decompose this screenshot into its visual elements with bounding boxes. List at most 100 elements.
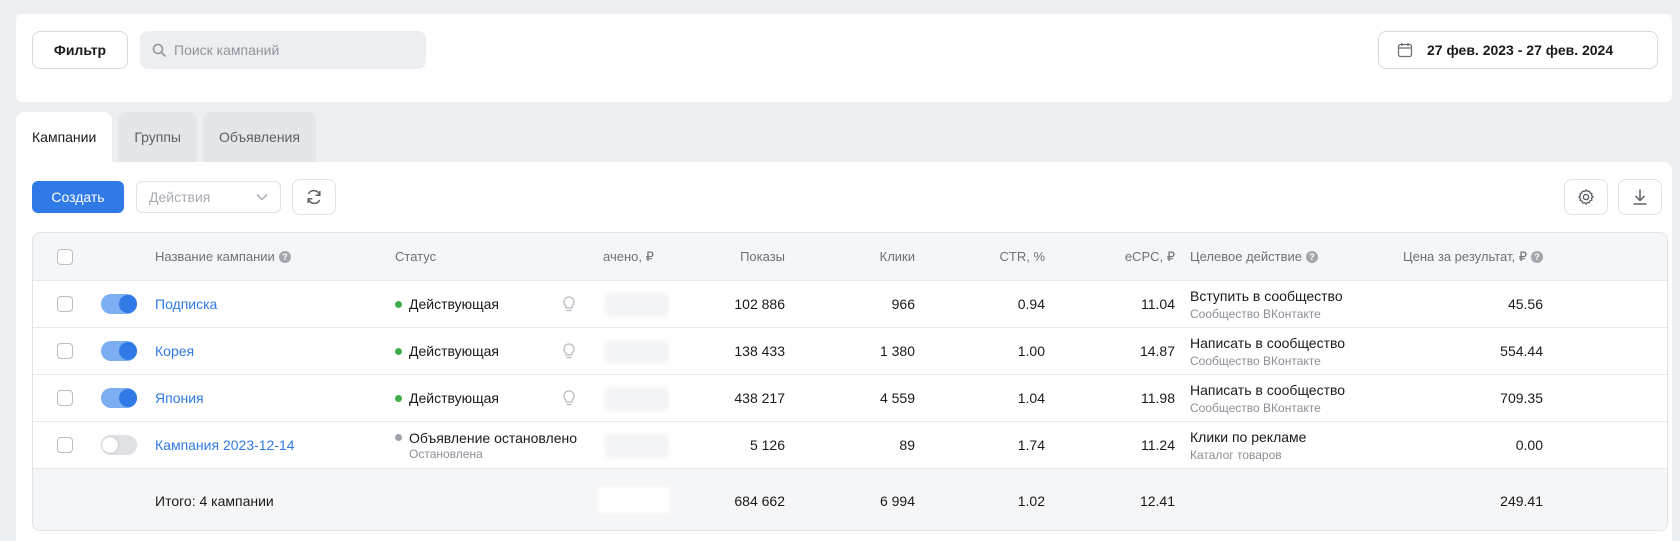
refresh-icon bbox=[307, 189, 321, 205]
row-checkbox[interactable] bbox=[57, 390, 73, 406]
ecpc-value: 11.98 bbox=[1141, 390, 1175, 406]
campaign-name-link[interactable]: Япония bbox=[155, 390, 204, 406]
status-label: Действующая bbox=[395, 296, 499, 312]
table-row[interactable]: Кампания 2023-12-14 Объявление остановле… bbox=[33, 422, 1667, 469]
ctr-value: 1.00 bbox=[1017, 343, 1045, 359]
table-row[interactable]: Подписка Действующая 102 886 966 0.94 11… bbox=[33, 281, 1667, 328]
actions-select[interactable]: Действия bbox=[136, 181, 281, 213]
column-header-clicks[interactable]: Клики bbox=[833, 233, 915, 280]
lightbulb-icon[interactable] bbox=[561, 389, 577, 407]
help-icon[interactable]: ? bbox=[278, 250, 291, 263]
date-range-picker[interactable]: 27 фев. 2023 - 27 фев. 2024 bbox=[1378, 31, 1658, 69]
goal-cell: Клики по рекламе Каталог товаров bbox=[1190, 428, 1307, 462]
goal-cell: Написать в сообщество Сообщество ВКонтакт… bbox=[1190, 381, 1346, 415]
lightbulb-icon[interactable] bbox=[561, 342, 577, 360]
campaign-name-link[interactable]: Кампания 2023-12-14 bbox=[155, 437, 295, 453]
chevron-down-icon bbox=[256, 193, 268, 201]
table-row[interactable]: Корея Действующая 138 433 1 380 1.00 14.… bbox=[33, 328, 1667, 375]
cpr-value: 709.35 bbox=[1500, 390, 1543, 406]
date-range-label: 27 фев. 2023 - 27 фев. 2024 bbox=[1427, 42, 1614, 58]
impressions-value: 5 126 bbox=[749, 437, 785, 453]
campaign-name-link[interactable]: Подписка bbox=[155, 296, 217, 312]
table-row[interactable]: Япония Действующая 438 217 4 559 1.04 11… bbox=[33, 375, 1667, 422]
create-button[interactable]: Создать bbox=[32, 181, 124, 213]
redacted-spent bbox=[605, 293, 669, 317]
ecpc-value: 11.04 bbox=[1141, 296, 1175, 312]
total-ctr: 1.02 bbox=[1017, 492, 1045, 509]
filter-button[interactable]: Фильтр bbox=[32, 31, 128, 69]
gear-icon bbox=[1578, 189, 1594, 205]
clicks-value: 89 bbox=[899, 437, 915, 453]
ctr-value: 0.94 bbox=[1017, 296, 1045, 312]
column-header-name[interactable]: Название кампании? bbox=[155, 233, 291, 280]
column-header-ctr[interactable]: CTR, % bbox=[963, 233, 1046, 280]
help-icon[interactable]: ? bbox=[1531, 250, 1543, 263]
clicks-value: 4 559 bbox=[879, 390, 915, 406]
actions-label: Действия bbox=[149, 189, 211, 205]
total-ecpc: 12.41 bbox=[1139, 492, 1175, 509]
column-header-ecpc[interactable]: eCPC, ₽ bbox=[1093, 233, 1175, 280]
search-icon bbox=[152, 43, 166, 57]
table-header: Название кампании? Статус ачено, ₽ Показ… bbox=[33, 233, 1667, 281]
status-label: Действующая bbox=[395, 343, 499, 359]
tab-campaigns[interactable]: Кампании bbox=[16, 112, 113, 162]
redacted-spent bbox=[605, 387, 669, 411]
status-dot bbox=[395, 300, 402, 308]
ctr-value: 1.74 bbox=[1017, 437, 1045, 453]
status-dot bbox=[395, 347, 402, 355]
cpr-value: 0.00 bbox=[1515, 437, 1543, 453]
campaigns-table: Название кампании? Статус ачено, ₽ Показ… bbox=[32, 232, 1668, 531]
clicks-value: 1 380 bbox=[879, 343, 915, 359]
column-header-status[interactable]: Статус bbox=[395, 233, 436, 280]
goal-cell: Вступить в сообщество Сообщество ВКонтакт… bbox=[1190, 287, 1343, 321]
redacted-spent-total bbox=[598, 487, 670, 513]
search-input[interactable] bbox=[174, 42, 414, 58]
goal-cell: Написать в сообщество Сообщество ВКонтакт… bbox=[1190, 334, 1346, 368]
campaign-toggle[interactable] bbox=[101, 294, 137, 314]
row-checkbox[interactable] bbox=[57, 437, 73, 453]
impressions-value: 102 886 bbox=[734, 296, 785, 312]
cpr-value: 45.56 bbox=[1507, 296, 1543, 312]
campaign-toggle[interactable] bbox=[101, 435, 137, 455]
help-icon[interactable]: ? bbox=[1306, 250, 1318, 263]
ecpc-value: 11.24 bbox=[1141, 437, 1175, 453]
ecpc-value: 14.87 bbox=[1139, 343, 1175, 359]
cpr-value: 554.44 bbox=[1500, 343, 1543, 359]
total-cpr: 249.41 bbox=[1500, 492, 1543, 509]
row-checkbox[interactable] bbox=[57, 296, 73, 312]
column-header-impressions[interactable]: Показы bbox=[693, 233, 785, 280]
row-checkbox[interactable] bbox=[57, 343, 73, 359]
search-box[interactable] bbox=[140, 31, 426, 69]
redacted-spent bbox=[605, 340, 669, 364]
column-header-cpr[interactable]: Цена за результат, ₽? bbox=[1363, 233, 1543, 280]
ctr-value: 1.04 bbox=[1017, 390, 1045, 406]
status-sub-label: Остановлена bbox=[409, 446, 483, 461]
total-label: Итого: 4 кампании bbox=[155, 492, 274, 509]
calendar-icon bbox=[1397, 43, 1413, 58]
download-button[interactable] bbox=[1618, 179, 1662, 215]
impressions-value: 438 217 bbox=[734, 390, 785, 406]
impressions-value: 138 433 bbox=[734, 343, 785, 359]
total-clicks: 6 994 bbox=[879, 492, 915, 509]
table-settings-button[interactable] bbox=[1564, 179, 1608, 215]
top-panel: Фильтр 27 фев. 2023 - 27 фев. 2024 bbox=[16, 14, 1672, 102]
redacted-spent bbox=[605, 434, 669, 458]
tab-groups[interactable]: Группы bbox=[118, 112, 197, 162]
tab-ads[interactable]: Объявления bbox=[202, 112, 316, 162]
column-header-goal[interactable]: Целевое действие? bbox=[1190, 233, 1318, 280]
column-header-spent[interactable]: ачено, ₽ bbox=[603, 233, 654, 280]
tabs: Кампании Группы Объявления bbox=[16, 112, 322, 162]
select-all-checkbox[interactable] bbox=[57, 248, 73, 265]
campaign-name-link[interactable]: Корея bbox=[155, 343, 194, 359]
campaign-toggle[interactable] bbox=[101, 388, 137, 408]
campaign-toggle[interactable] bbox=[101, 341, 137, 361]
campaigns-content: Создать Действия Название кампании? Стат… bbox=[16, 162, 1672, 541]
lightbulb-icon[interactable] bbox=[561, 295, 577, 313]
status-label: Объявление остановлено bbox=[395, 430, 577, 446]
refresh-button[interactable] bbox=[292, 179, 336, 215]
download-icon bbox=[1633, 189, 1647, 205]
main-panel: Кампании Группы Объявления Создать Дейст… bbox=[16, 112, 1672, 541]
table-total-row: Итого: 4 кампании 684 662 6 994 1.02 12.… bbox=[33, 469, 1667, 530]
total-impressions: 684 662 bbox=[734, 492, 785, 509]
status-dot bbox=[395, 394, 402, 402]
